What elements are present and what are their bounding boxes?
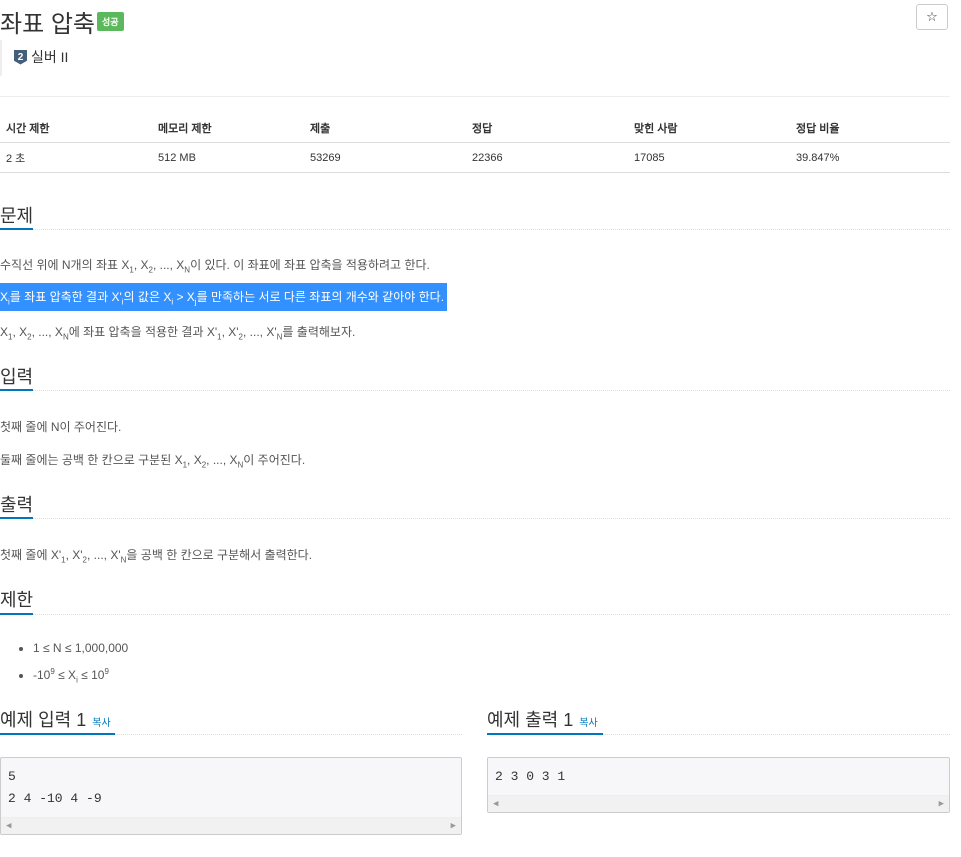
status-badge: 성공 — [97, 12, 124, 31]
section-heading-output: 출력 — [0, 495, 34, 515]
problem-text: 를 출력해보자. — [282, 325, 356, 339]
example-input-title: 예제 입력 1 — [0, 710, 87, 730]
problem-line-3: X1, X2, ..., XN에 좌표 압축을 적용한 결과 X'1, X'2,… — [0, 325, 356, 342]
section-divider — [0, 229, 950, 230]
section-divider — [0, 390, 950, 391]
cell-ratio: 39.847% — [790, 142, 950, 173]
output-text: 을 공백 한 칸으로 구분해서 출력한다. — [126, 548, 313, 562]
input-line-2: 둘째 줄에는 공백 한 칸으로 구분된 X1, X2, ..., XN이 주어진… — [0, 453, 306, 470]
copy-output-button[interactable]: 복사 — [579, 718, 597, 729]
section-accent — [0, 228, 33, 230]
example-output-text: 2 3 0 3 1 — [495, 769, 566, 784]
problem-text: 의 값은 X — [123, 290, 172, 304]
horizontal-scrollbar[interactable]: ◀ ▶ — [488, 795, 949, 812]
example-output-title: 예제 출력 1 — [487, 710, 574, 730]
section-accent — [0, 733, 115, 735]
example-output-header: 예제 출력 1 복사 — [487, 706, 598, 732]
header-accepted: 정답 — [466, 114, 628, 143]
section-accent — [0, 389, 33, 391]
list-item: -109 ≤ Xi ≤ 109 — [33, 660, 128, 684]
problem-text: 에 좌표 압축을 적용한 결과 X' — [68, 325, 218, 339]
tier-text: 실버 II — [31, 49, 69, 65]
header-time-limit: 시간 제한 — [0, 114, 152, 143]
section-heading-input: 입력 — [0, 367, 34, 387]
scroll-right-icon[interactable]: ▶ — [451, 821, 456, 831]
example-input-text: 5 2 4 -10 4 -9 — [8, 769, 102, 806]
input-text: 둘째 줄에는 공백 한 칸으로 구분된 X — [0, 453, 183, 467]
section-accent — [0, 613, 33, 615]
table-header-row: 시간 제한 메모리 제한 제출 정답 맞힌 사람 정답 비율 — [0, 114, 950, 143]
header-solvers: 맞힌 사람 — [628, 114, 790, 143]
limits-list: 1 ≤ N ≤ 1,000,000 -109 ≤ Xi ≤ 109 — [0, 636, 128, 684]
tier-label[interactable]: 2 실버 II — [14, 47, 68, 67]
cell-accepted[interactable]: 22366 — [466, 142, 628, 173]
limit-text: ≤ 10 — [77, 668, 105, 682]
copy-input-button[interactable]: 복사 — [92, 718, 110, 729]
header-ratio: 정답 비율 — [790, 114, 950, 143]
limit-text: -10 — [33, 668, 51, 682]
section-accent — [487, 733, 603, 735]
section-accent — [0, 517, 33, 519]
section-heading-problem: 문제 — [0, 206, 34, 226]
limit-text: ≤ X — [54, 668, 77, 682]
output-line-1: 첫째 줄에 X'1, X'2, ..., X'N을 공백 한 칸으로 구분해서 … — [0, 548, 313, 565]
input-text: 이 주어진다. — [243, 453, 306, 467]
cell-memory-limit: 512 MB — [152, 142, 304, 173]
output-text: 첫째 줄에 X' — [0, 548, 62, 562]
example-output-box[interactable]: 2 3 0 3 1 ◀ ▶ — [487, 757, 950, 813]
problem-line-1: 수직선 위에 N개의 좌표 X1, X2, ..., XN이 있다. 이 좌표에… — [0, 258, 430, 275]
problem-line-2: Xi를 좌표 압축한 결과 X'i의 값은 Xi > Xj를 만족하는 서로 다… — [0, 283, 448, 312]
problem-text: 를 만족하는 서로 다른 좌표의 개수와 같아야 한다. — [196, 290, 445, 304]
table-row: 2 초 512 MB 53269 22366 17085 39.847% — [0, 142, 950, 173]
problem-text: 수직선 위에 N개의 좌표 X — [0, 258, 130, 272]
scroll-left-icon[interactable]: ◀ — [493, 799, 498, 809]
section-heading-limits: 제한 — [0, 590, 34, 610]
scroll-right-icon[interactable]: ▶ — [939, 799, 944, 809]
star-icon: ☆ — [926, 9, 938, 24]
tier-badge-icon: 2 — [14, 49, 27, 65]
list-item: 1 ≤ N ≤ 1,000,000 — [33, 636, 128, 660]
header-submissions: 제출 — [304, 114, 466, 143]
horizontal-scrollbar[interactable]: ◀ ▶ — [1, 817, 461, 834]
cell-submissions[interactable]: 53269 — [304, 142, 466, 173]
page-title: 좌표 압축 — [0, 11, 95, 38]
scroll-left-icon[interactable]: ◀ — [6, 821, 11, 831]
header-divider — [0, 96, 950, 97]
cell-solvers[interactable]: 17085 — [628, 142, 790, 173]
problem-text: 를 좌표 압축한 결과 X' — [9, 290, 122, 304]
tier-divider — [0, 40, 2, 76]
example-input-header: 예제 입력 1 복사 — [0, 706, 111, 732]
header-memory-limit: 메모리 제한 — [152, 114, 304, 143]
section-divider — [0, 614, 950, 615]
example-input-box[interactable]: 5 2 4 -10 4 -9 ◀ ▶ — [0, 757, 462, 835]
problem-text: 이 있다. 이 좌표에 좌표 압축을 적용하려고 한다. — [190, 258, 430, 272]
input-line-1: 첫째 줄에 N이 주어진다. — [0, 420, 122, 434]
star-button[interactable]: ☆ — [916, 4, 948, 30]
problem-info-table: 시간 제한 메모리 제한 제출 정답 맞힌 사람 정답 비율 2 초 512 M… — [0, 114, 950, 173]
cell-time-limit: 2 초 — [0, 142, 152, 173]
section-divider — [0, 518, 950, 519]
